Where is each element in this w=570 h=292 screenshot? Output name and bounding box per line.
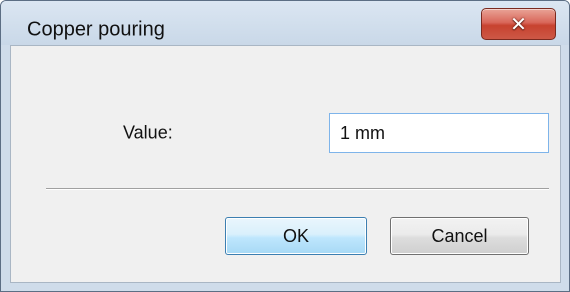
dialog-window: Copper pouring ✕ Value: OK Cancel [0,0,570,292]
title-bar[interactable]: Copper pouring ✕ [1,1,569,45]
value-input[interactable] [329,113,549,153]
ok-button[interactable]: OK [225,217,367,255]
dialog-body: Value: OK Cancel [10,45,561,283]
close-x-icon: ✕ [510,12,527,36]
cancel-button[interactable]: Cancel [390,217,529,255]
value-label: Value: [123,122,173,143]
separator-line [46,188,549,190]
dialog-title: Copper pouring [27,18,165,41]
close-button[interactable]: ✕ [481,8,556,40]
